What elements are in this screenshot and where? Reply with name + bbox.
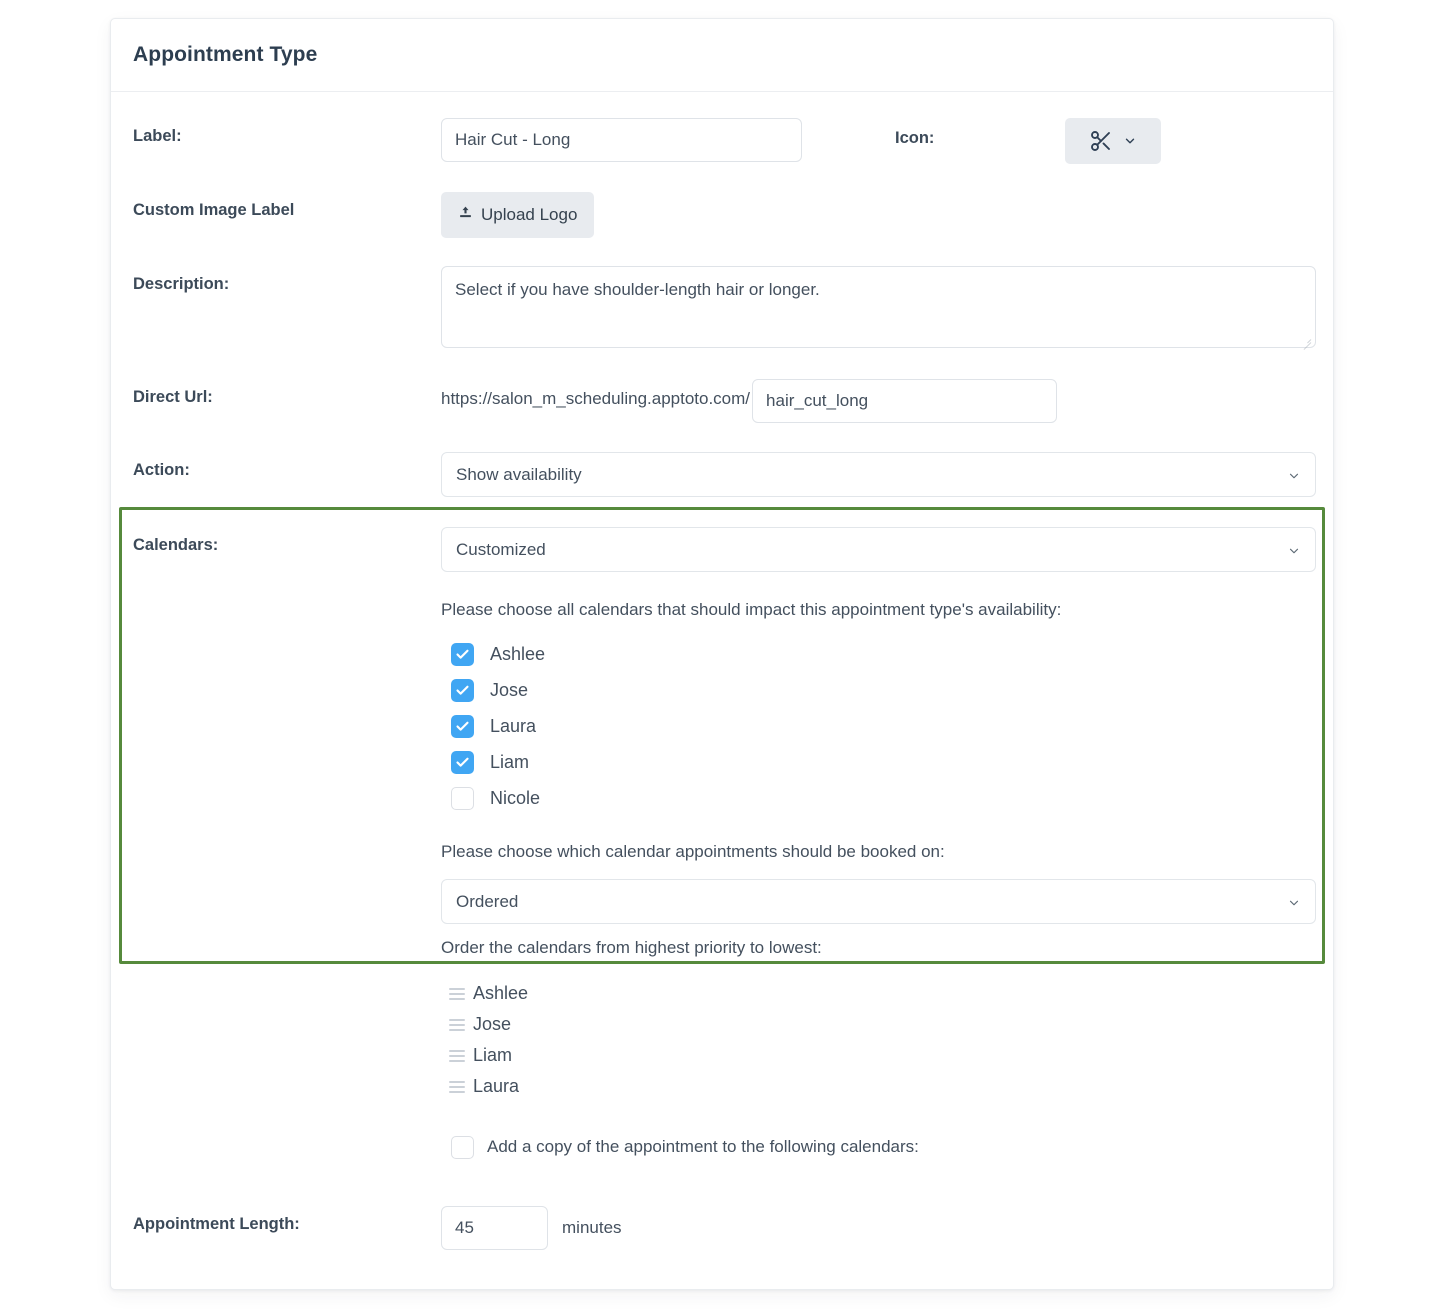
upload-logo-label: Upload Logo [481, 205, 578, 224]
icon-field-label: Icon: [895, 129, 935, 147]
add-copy-checkbox-row[interactable]: Add a copy of the appointment to the fol… [441, 1129, 1311, 1165]
action-select[interactable]: Show availability [441, 452, 1316, 497]
appointment-length-input[interactable]: 45 [441, 1206, 548, 1250]
direct-url-prefix: https://salon_m_scheduling.apptoto.com/ [441, 389, 751, 408]
drag-handle-icon[interactable] [449, 1048, 465, 1064]
checkbox-ashlee[interactable] [451, 642, 474, 666]
direct-url-label: Direct Url: [133, 388, 213, 406]
appointment-length-row: Appointment Length: 45 minutes [111, 1206, 1333, 1250]
order-name-1: Ashlee [473, 983, 529, 1003]
resize-grip-icon[interactable] [1300, 333, 1312, 345]
action-row: Action: Show availability [111, 452, 1333, 497]
icon-picker-button[interactable] [1065, 118, 1162, 164]
direct-url-slug-input[interactable]: hair_cut_long [752, 379, 1058, 423]
order-list-item[interactable]: Jose [449, 1009, 1311, 1040]
impact-prompt: Please choose all calendars that should … [441, 600, 1062, 619]
calendar-name-nicole: Nicole [490, 787, 541, 808]
page-title: Appointment Type [133, 43, 318, 66]
booked-on-select[interactable]: Ordered [441, 879, 1316, 924]
drag-handle-icon[interactable] [449, 1017, 465, 1033]
checkbox-laura[interactable] [451, 714, 474, 738]
calendar-checkbox-item[interactable]: Ashlee [451, 636, 1311, 672]
description-value: Select if you have shoulder-length hair … [455, 280, 820, 299]
calendar-name-liam: Liam [490, 751, 530, 772]
checkbox-liam[interactable] [451, 750, 474, 774]
calendar-checkbox-list: Ashlee Jose Laura Liam Nicole [111, 636, 1333, 816]
order-list-item[interactable]: Ashlee [449, 978, 1311, 1009]
chevron-down-icon [1287, 468, 1301, 482]
booked-on-select-value: Ordered [456, 891, 519, 911]
calendars-label: Calendars: [133, 536, 219, 554]
calendars-select[interactable]: Customized [441, 527, 1316, 572]
chevron-down-icon [1287, 543, 1301, 557]
appointment-length-unit: minutes [562, 1218, 622, 1237]
label-row: Label: Hair Cut - Long Icon: [111, 118, 1333, 164]
order-prompt-row: Order the calendars from highest priorit… [111, 938, 1333, 958]
order-name-4: Laura [473, 1076, 520, 1096]
calendars-select-value: Customized [456, 539, 546, 559]
checkbox-jose[interactable] [451, 678, 474, 702]
calendar-name-jose: Jose [490, 679, 529, 700]
calendar-name-ashlee: Ashlee [490, 643, 546, 664]
description-row: Description: Select if you have shoulder… [111, 266, 1333, 348]
calendars-row: Calendars: Customized [111, 527, 1333, 572]
drag-handle-icon[interactable] [449, 986, 465, 1002]
calendar-checkbox-item[interactable]: Nicole [451, 780, 1311, 816]
order-list-item[interactable]: Liam [449, 1040, 1311, 1071]
scissors-icon [1089, 129, 1113, 153]
chevron-down-icon [1287, 895, 1301, 909]
drag-handle-icon[interactable] [449, 1079, 465, 1095]
appointment-type-card: Appointment Type Label: Hair Cut - Long … [110, 18, 1334, 1290]
appointment-length-label: Appointment Length: [133, 1215, 300, 1233]
booked-on-row: Ordered [111, 879, 1333, 924]
calendar-checkbox-item[interactable]: Liam [451, 744, 1311, 780]
label-input[interactable]: Hair Cut - Long [441, 118, 802, 162]
booked-on-prompt: Please choose which calendar appointment… [441, 842, 945, 861]
custom-image-label-row: Custom Image Label Upload Logo [111, 192, 1333, 238]
card-body: Label: Hair Cut - Long Icon: Custom Imag… [111, 118, 1333, 1250]
order-name-3: Liam [473, 1045, 513, 1065]
booked-on-prompt-row: Please choose which calendar appointment… [111, 842, 1333, 862]
card-header: Appointment Type [111, 19, 1333, 92]
direct-url-row: Direct Url: https://salon_m_scheduling.a… [111, 379, 1333, 423]
action-select-value: Show availability [456, 464, 582, 484]
description-label: Description: [133, 275, 230, 293]
add-copy-label: Add a copy of the appointment to the fol… [487, 1137, 919, 1156]
action-label: Action: [133, 461, 190, 479]
label-field-label: Label: [133, 127, 182, 145]
order-list-item[interactable]: Laura [449, 1071, 1311, 1102]
impact-prompt-row: Please choose all calendars that should … [111, 600, 1333, 620]
order-name-2: Jose [473, 1014, 512, 1034]
checkbox-nicole[interactable] [451, 786, 474, 810]
chevron-down-icon [1123, 134, 1137, 148]
calendar-checkbox-item[interactable]: Jose [451, 672, 1311, 708]
page-root: Appointment Type Label: Hair Cut - Long … [0, 0, 1442, 1314]
upload-icon [458, 205, 473, 225]
description-textarea[interactable]: Select if you have shoulder-length hair … [441, 266, 1316, 348]
checkbox-add-copy[interactable] [451, 1135, 474, 1159]
upload-logo-button[interactable]: Upload Logo [441, 192, 595, 238]
order-prompt: Order the calendars from highest priorit… [441, 938, 822, 957]
custom-image-label: Custom Image Label [133, 201, 295, 219]
calendar-order-list: Ashlee Jose Liam Laura [111, 978, 1333, 1102]
add-copy-row: Add a copy of the appointment to the fol… [111, 1129, 1333, 1165]
calendar-name-laura: Laura [490, 715, 537, 736]
calendar-checkbox-item[interactable]: Laura [451, 708, 1311, 744]
